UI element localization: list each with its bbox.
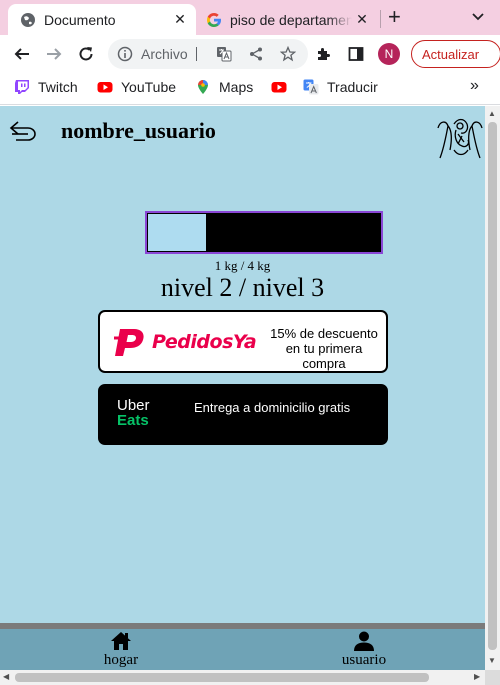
bookmark-label: Twitch	[38, 79, 78, 95]
pedidosya-promo-card[interactable]: PedidosYa 15% de descuento en tu primera…	[98, 310, 388, 373]
app-logo-icon	[434, 116, 485, 162]
bookmark-twitch[interactable]: Twitch	[14, 79, 78, 95]
ubereats-logo: Uber Eats	[117, 398, 150, 428]
bookmarks-overflow-button[interactable]: »	[470, 77, 479, 95]
close-tab-icon[interactable]: ✕	[352, 11, 372, 28]
progress-bar-fill	[148, 214, 206, 251]
nav-item-usuario[interactable]: usuario	[324, 631, 404, 669]
progress-text: 1 kg / 4 kg	[214, 258, 271, 273]
page-title-username: nombre_usuario	[61, 118, 216, 143]
address-bar[interactable]: Archivo	[108, 39, 308, 69]
browser-toolbar: Archivo N Actualizar	[0, 35, 500, 73]
scroll-right-arrow-icon[interactable]: ▶	[474, 672, 480, 681]
nav-label: usuario	[341, 652, 387, 668]
update-button-label: Actualizar	[422, 46, 480, 62]
horizontal-scrollbar[interactable]: ◀ ▶	[0, 670, 485, 685]
close-tab-icon[interactable]: ✕	[170, 11, 190, 28]
tab-title: piso de departamento	[230, 11, 352, 28]
scroll-up-arrow-icon[interactable]: ▲	[488, 109, 496, 118]
pedidosya-brand: PedidosYa	[152, 331, 257, 353]
ubereats-brand-line2: Eats	[117, 412, 149, 429]
level-text: nivel 2 / nivel 3	[160, 273, 325, 302]
tab-title: Documento	[44, 11, 116, 28]
nav-label: hogar	[103, 652, 139, 668]
tab-strip: Documento ✕ piso de departamento ✕ +	[0, 0, 500, 35]
scroll-left-arrow-icon[interactable]: ◀	[3, 672, 9, 681]
tab-divider	[380, 10, 381, 28]
vertical-scrollbar-thumb[interactable]	[488, 122, 497, 650]
vertical-scrollbar[interactable]: ▲ ▼	[485, 106, 500, 670]
nav-item-hogar[interactable]: hogar	[81, 631, 161, 669]
maps-icon	[195, 79, 211, 95]
bookmark-star-icon[interactable]	[279, 45, 297, 62]
bookmark-label: YouTube	[121, 79, 177, 95]
bookmark-traducir[interactable]: Traducir	[303, 79, 378, 95]
tab-documento[interactable]: Documento ✕	[8, 4, 196, 35]
pedidosya-p-icon	[114, 329, 144, 356]
twitch-icon	[14, 79, 30, 95]
scroll-down-arrow-icon[interactable]: ▼	[488, 656, 496, 665]
bookmark-maps[interactable]: Maps	[195, 79, 253, 95]
scrollbar-corner	[485, 670, 500, 685]
back-arrow-icon[interactable]	[11, 43, 33, 65]
page-content: nombre_usuario 1 kg / 4 kg nivel 2 / niv…	[0, 106, 485, 670]
extensions-puzzle-icon[interactable]	[313, 43, 335, 65]
profile-avatar[interactable]: N	[378, 43, 400, 65]
youtube-icon	[97, 79, 113, 95]
youtube-icon	[271, 79, 287, 95]
ubereats-brand-line1: Uber	[117, 397, 150, 414]
update-button[interactable]: Actualizar	[411, 40, 500, 68]
progress-bar	[145, 211, 383, 254]
horizontal-scrollbar-thumb[interactable]	[15, 673, 429, 682]
share-icon[interactable]	[248, 46, 264, 62]
address-scheme-label: Archivo	[141, 46, 188, 62]
home-icon	[111, 632, 131, 650]
bookmark-youtube-2[interactable]	[271, 79, 295, 95]
pedidosya-logo: PedidosYa	[112, 324, 257, 360]
promo-description: 15% de descuento en tu primera compra	[270, 326, 378, 371]
new-tab-button[interactable]: +	[388, 6, 401, 28]
google-icon	[206, 12, 222, 28]
back-arrow-icon[interactable]	[8, 116, 38, 144]
side-panel-icon[interactable]	[345, 43, 367, 65]
ubereats-promo-card[interactable]: Uber Eats Entrega a dominicilio gratis	[98, 384, 388, 445]
bookmark-label: Maps	[219, 79, 254, 95]
divider	[196, 47, 197, 61]
forward-arrow-icon[interactable]	[43, 43, 65, 65]
translate-icon[interactable]	[216, 46, 232, 62]
bottom-navigation: hogar usuario	[0, 623, 485, 670]
bookmark-label: Traducir	[327, 79, 378, 95]
promo-description: Entrega a dominicilio gratis	[194, 400, 351, 415]
bookmark-youtube[interactable]: YouTube	[97, 79, 176, 95]
chevron-down-icon[interactable]	[470, 8, 486, 24]
translate-icon	[303, 79, 319, 95]
bookmarks-bar: Twitch YouTube Maps Traducir »	[0, 73, 500, 105]
tab-google-search[interactable]: piso de departamento ✕	[200, 4, 378, 35]
info-icon[interactable]	[117, 46, 133, 67]
user-icon	[354, 631, 374, 651]
reload-icon[interactable]	[75, 43, 97, 65]
globe-icon	[20, 12, 36, 28]
